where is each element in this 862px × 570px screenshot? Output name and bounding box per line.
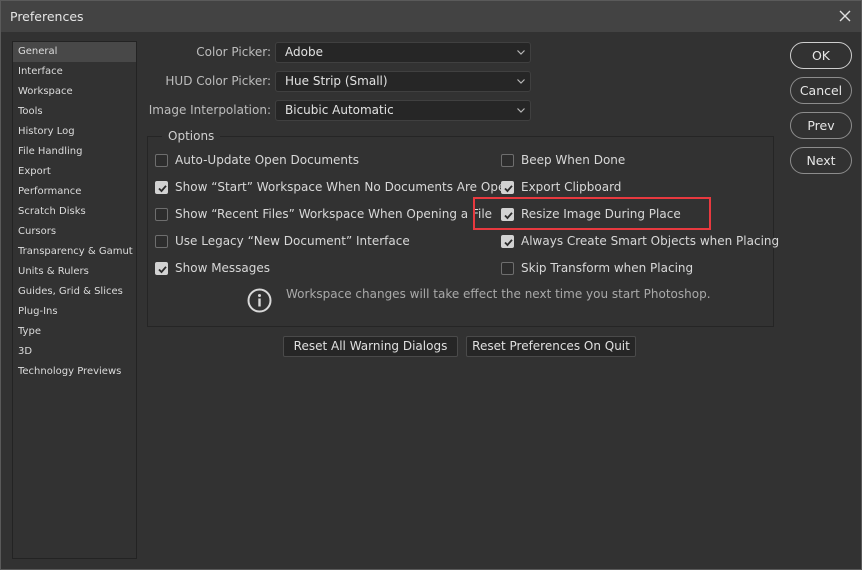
info-icon (247, 288, 272, 313)
preferences-dialog: Preferences General Interface Workspace … (0, 0, 862, 570)
sidebar-item-workspace[interactable]: Workspace (13, 82, 136, 102)
sidebar-item-type[interactable]: Type (13, 322, 136, 342)
hud-color-picker-select[interactable]: Hue Strip (Small) (275, 71, 531, 92)
checkbox-label: Auto-Update Open Documents (175, 153, 359, 167)
sidebar-item-interface[interactable]: Interface (13, 62, 136, 82)
image-interpolation-value: Bicubic Automatic (285, 103, 394, 117)
sidebar-item-tools[interactable]: Tools (13, 102, 136, 122)
color-picker-value: Adobe (285, 45, 323, 59)
prev-button[interactable]: Prev (790, 112, 852, 139)
checkmark-icon (158, 266, 167, 274)
checkmark-icon (504, 212, 513, 220)
sidebar-item-general[interactable]: General (13, 42, 136, 62)
sidebar-item-units-rulers[interactable]: Units & Rulers (13, 262, 136, 282)
options-group-title: Options (162, 129, 221, 143)
dialog-title: Preferences (10, 9, 84, 24)
checkbox-label: Show “Recent Files” Workspace When Openi… (175, 207, 493, 221)
checkmark-icon (504, 239, 513, 247)
checkbox-box[interactable] (155, 208, 168, 221)
checkbox-label: Use Legacy “New Document” Interface (175, 234, 410, 248)
checkbox-box[interactable] (501, 154, 514, 167)
checkbox-box[interactable] (501, 235, 514, 248)
next-button[interactable]: Next (790, 147, 852, 174)
hud-color-picker-value: Hue Strip (Small) (285, 74, 388, 88)
checkmark-icon (504, 185, 513, 193)
image-interpolation-label: Image Interpolation: (148, 103, 271, 117)
reset-preferences-on-quit-button[interactable]: Reset Preferences On Quit (466, 336, 636, 357)
sidebar-item-plug-ins[interactable]: Plug-Ins (13, 302, 136, 322)
checkbox-box[interactable] (155, 235, 168, 248)
sidebar-item-scratch-disks[interactable]: Scratch Disks (13, 202, 136, 222)
hud-color-picker-label: HUD Color Picker: (165, 74, 271, 88)
checkbox-label: Resize Image During Place (521, 207, 681, 221)
sidebar-item-history-log[interactable]: History Log (13, 122, 136, 142)
sidebar-item-3d[interactable]: 3D (13, 342, 136, 362)
sidebar-item-file-handling[interactable]: File Handling (13, 142, 136, 162)
checkbox-label: Skip Transform when Placing (521, 261, 694, 275)
reset-all-warning-dialogs-button[interactable]: Reset All Warning Dialogs (283, 336, 458, 357)
hud-color-picker-row: HUD Color Picker: Hue Strip (Small) (141, 71, 533, 92)
title-bar[interactable]: Preferences (1, 1, 861, 32)
image-interpolation-select[interactable]: Bicubic Automatic (275, 100, 531, 121)
checkbox-label: Show Messages (175, 261, 271, 275)
sidebar-item-cursors[interactable]: Cursors (13, 222, 136, 242)
sidebar: General Interface Workspace Tools Histor… (12, 41, 137, 559)
sidebar-item-transparency-gamut[interactable]: Transparency & Gamut (13, 242, 136, 262)
image-interpolation-row: Image Interpolation: Bicubic Automatic (141, 100, 533, 121)
chevron-down-icon (517, 50, 525, 55)
checkbox-box[interactable] (501, 262, 514, 275)
chevron-down-icon (517, 79, 525, 84)
color-picker-row: Color Picker: Adobe (141, 42, 533, 63)
checkbox-box[interactable] (155, 154, 168, 167)
sidebar-item-export[interactable]: Export (13, 162, 136, 182)
checkmark-icon (158, 185, 167, 193)
color-picker-select[interactable]: Adobe (275, 42, 531, 63)
sidebar-item-guides-grid-slices[interactable]: Guides, Grid & Slices (13, 282, 136, 302)
workspace-info-message: Workspace changes will take effect the n… (286, 287, 711, 301)
checkbox-box[interactable] (155, 181, 168, 194)
close-icon (839, 10, 851, 22)
checkbox-label: Beep When Done (521, 153, 626, 167)
checkbox-box[interactable] (155, 262, 168, 275)
checkbox-label: Show “Start” Workspace When No Documents… (175, 180, 513, 194)
checkbox-box[interactable] (501, 208, 514, 221)
ok-button[interactable]: OK (790, 42, 852, 69)
cancel-button[interactable]: Cancel (790, 77, 852, 104)
sidebar-item-technology-previews[interactable]: Technology Previews (13, 362, 136, 382)
chevron-down-icon (517, 108, 525, 113)
close-button[interactable] (833, 5, 857, 27)
color-picker-label: Color Picker: (196, 45, 271, 59)
sidebar-item-performance[interactable]: Performance (13, 182, 136, 202)
checkbox-label: Export Clipboard (521, 180, 622, 194)
checkbox-box[interactable] (501, 181, 514, 194)
checkbox-label: Always Create Smart Objects when Placing (521, 234, 780, 248)
